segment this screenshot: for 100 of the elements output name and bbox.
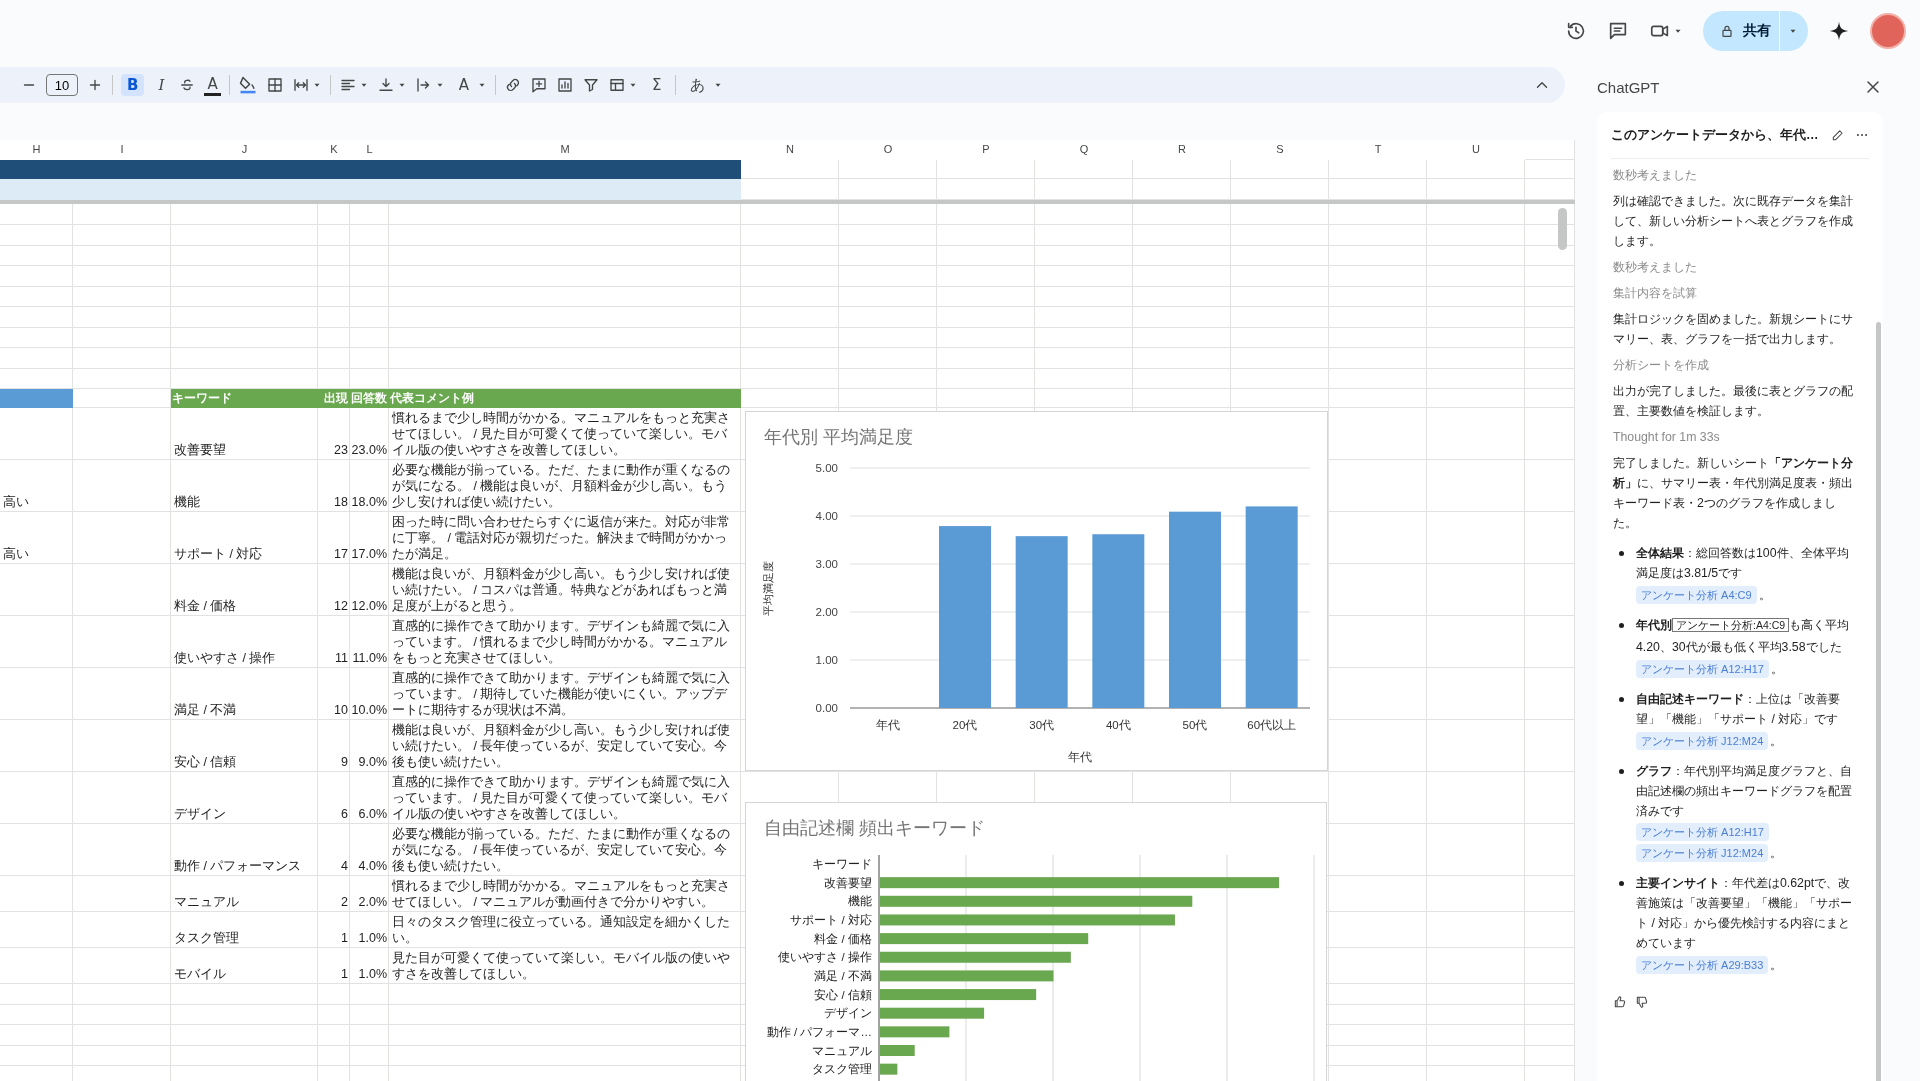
avatar[interactable] [1870,13,1906,49]
reference-link[interactable]: アンケート分析 J12:M24 [1636,732,1769,750]
message-text: 。 [1770,661,1783,678]
thumbs-down-icon[interactable] [1635,995,1649,1009]
table-cell-text: 6 [340,805,349,823]
font-size-field[interactable]: 10 [46,74,78,96]
chart-title: 年代別 平均満足度 [763,426,914,449]
table-cell-text: 慣れるまで少し時間がかかる。マニュアルをもっと充実させてほしい。 / 見た目が可愛くて使っていて楽しい。モバイル版の使いやすさを改善してほしい。 [391,409,731,459]
table-cell-text: 直感的に操作できて助かります。デザインも綺麗で気に入っています。 / 慣れるまで少し時間がかかる。マニュアルをもっと充実させてほしい。 [391,617,731,667]
axis-label: 5.00 [815,462,838,474]
reference-link[interactable]: アンケート分析 J12:M24 [1636,844,1769,862]
bar [880,1063,898,1075]
column-header[interactable]: O [839,140,937,160]
message-text: 全体結果：総回答数は100件、全体平均満足度は3.81/5です [1636,545,1850,582]
scrollbar[interactable] [1558,208,1567,250]
message-text: グラフ：年代別平均満足度グラフと、自由記述欄の頻出キーワードグラフを配置済みです [1636,763,1853,820]
scrollbar[interactable] [1876,322,1881,1081]
status-text: 数秒考えました [1613,167,1698,184]
conversation-title: このアンケートデータから、年代… [1611,126,1820,144]
axis-label: サポート / 対応 [790,913,872,926]
table-icon[interactable] [607,76,626,94]
input-tools-button[interactable]: あ [684,74,712,96]
bold-button[interactable]: B [121,74,145,96]
message-text: 完了しました。新しいシート「アンケート分析」に、サマリー表・年代別満足度表・頻出キーワード表・2つのグラフを作成しました。 [1613,455,1854,532]
table-cell-text: 23.0% [350,441,388,459]
table-cell-text: 機能は良いが、月額料金が少し高い。もう少し安ければ使い続けたい。 / コスパは普通。特典などがあればもっと満足度が上がると思う。 [391,565,731,615]
table-cell-text: 6.0% [357,805,388,823]
axis-label: 安心 / 信頼 [814,988,872,1001]
filter-icon[interactable] [581,76,600,94]
comment-icon[interactable] [1607,20,1629,42]
bullet-icon [1619,623,1624,628]
table-cell-text: 9.0% [357,753,388,771]
text-color-button[interactable]: A [204,74,221,96]
table-cell-text: 必要な機能が揃っている。ただ、たまに動作が重くなるのが気になる。 / 機能は良いが、月額料金が少し高い。もう少し安ければ使い続けたい。 [391,461,731,511]
table-cell-text: 2 [340,893,349,911]
axis-label: 改善要望 [824,876,872,889]
axis-label: 20代 [952,719,978,731]
italic-button[interactable]: I [152,74,171,96]
table-cell-text: 使いやすさ / 操作 [173,649,277,667]
column-header[interactable]: J [171,140,318,160]
axis-label: 料金 / 価格 [814,932,872,945]
status-text: 分析シートを作成 [1613,357,1710,374]
fill-color-icon[interactable] [237,75,258,95]
column-header[interactable]: M [389,140,741,160]
status-text: 集計内容を試算 [1613,285,1698,302]
table-cell-text: 12.0% [350,597,388,615]
column-header[interactable]: L [350,140,389,160]
reference-link[interactable]: アンケート分析 A4:C9 [1636,586,1757,604]
axis-label: 30代 [1029,719,1055,731]
table-cell-text: 1 [340,965,349,983]
table-cell-text: デザイン [173,805,227,823]
column-header[interactable]: U [1427,140,1525,160]
vertical-align-icon[interactable] [376,76,395,94]
message-text: 列は確認できました。次に既存データを集計して、新しい分析シートへ表とグラフを作成します。 [1613,193,1854,250]
column-header[interactable]: I [73,140,171,160]
bullet-icon [1619,769,1624,774]
history-icon[interactable] [1565,20,1587,42]
borders-icon[interactable] [265,76,284,94]
thumbs-up-icon[interactable] [1613,995,1627,1009]
reference-link[interactable]: アンケート分析 A12:H17 [1636,660,1769,678]
column-header[interactable]: R [1133,140,1231,160]
status-text: Thought for 1m 33s [1613,429,1721,446]
message-text: 主要インサイト：年代差は0.62ptで、改善施策は「改善要望」「機能」「サポート / 対応」から優先検討する内容にまとめています [1636,875,1853,952]
table-cell-text: 11.0% [351,649,388,667]
table-cell-text: 日々のタスク管理に役立っている。通知設定を細かくしたい。 [391,913,731,947]
column-header[interactable]: K [318,140,350,160]
reference-link[interactable]: アンケート分析 A12:H17 [1636,823,1769,841]
axis-label: 2.00 [815,606,838,618]
message-text: 集計ロジックを固めました。新規シートにサマリー、表、グラフを一括で出力します。 [1613,311,1854,348]
column-header[interactable]: N [741,140,839,160]
axis-label: 4.00 [815,510,838,522]
table-cell-text: 1.0% [357,929,388,947]
axis-label: 3.00 [815,558,838,570]
functions-button[interactable]: Σ [645,74,668,96]
column-header[interactable]: P [937,140,1035,160]
table-cell-text: 18 [333,493,349,511]
text-rotation-button[interactable]: A [452,74,475,96]
axis-label: 使いやすさ / 操作 [778,951,872,964]
add-comment-icon[interactable] [529,76,548,94]
table-cell-text: 機能 [173,493,201,511]
axis-title: 年代 [1068,751,1092,763]
table-cell-text: 慣れるまで少し時間がかかる。マニュアルをもっと充実させてほしい。 / マニュアルが動画付きで分かりやすい。 [391,877,731,911]
table-cell-text: 4 [340,857,349,875]
axis-label: デザイン [824,1007,872,1020]
share-button[interactable]: 共有 [1703,11,1808,51]
message-text: 。 [1770,733,1783,750]
merge-icon[interactable] [291,76,310,94]
chart-icon[interactable] [555,76,574,94]
reference-link[interactable]: アンケート分析 A29:B33 [1636,956,1769,974]
tooltip: アンケート分析:A4:C9 [1672,618,1790,632]
column-header[interactable]: Q [1035,140,1133,160]
bullet-icon [1619,551,1624,556]
status-text: 数秒考えました [1613,259,1698,276]
edit-icon[interactable] [1831,128,1845,142]
column-header[interactable]: S [1231,140,1329,160]
axis-label: 40代 [1105,719,1131,731]
column-header[interactable]: H [0,140,73,160]
table-cell-text: 10.0% [350,701,388,719]
message-text: 年代別 [1636,618,1672,632]
column-header[interactable]: T [1329,140,1427,160]
